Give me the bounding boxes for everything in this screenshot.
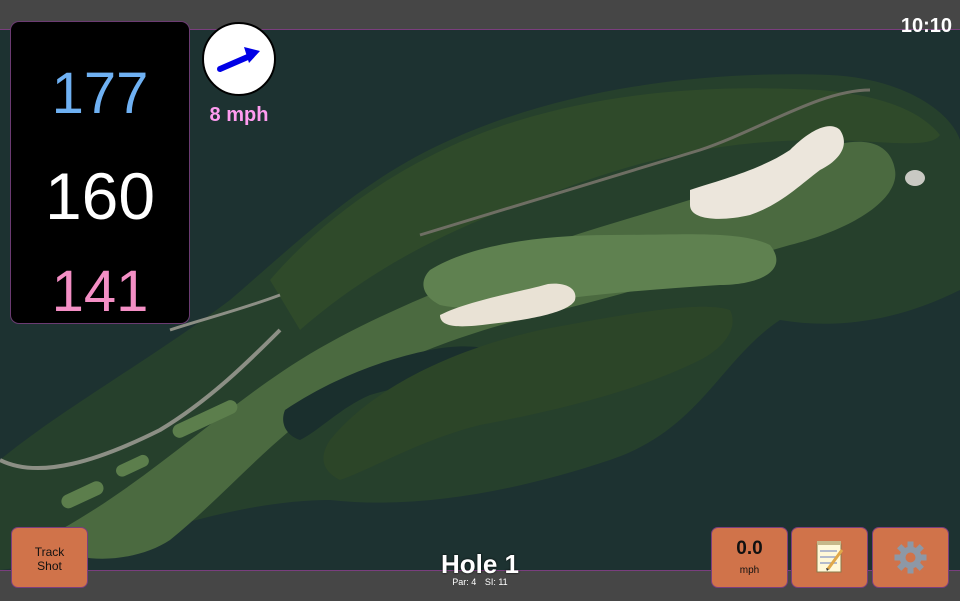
hole-title: Hole 1 [440, 549, 520, 579]
speed-unit: mph [739, 565, 760, 576]
front-distance: 141 [51, 259, 149, 324]
speed-button[interactable]: 0.0 mph [712, 528, 787, 587]
clock: 10:10 [900, 15, 952, 37]
track-shot-label-line1: Track [34, 545, 65, 559]
hole-par: Par: 4 [452, 577, 477, 587]
notes-button[interactable] [792, 528, 867, 587]
speed-value: 0.0 [736, 538, 763, 559]
track-shot-button[interactable]: Track Shot [12, 528, 87, 587]
wind-arrow-icon [217, 47, 260, 72]
notepad-icon [816, 541, 844, 573]
distance-panel: 177 160 141 [11, 22, 189, 324]
track-shot-label-line2: Shot [37, 559, 62, 573]
hole-stroke-index: SI: 11 [484, 577, 508, 587]
settings-button[interactable] [873, 528, 948, 587]
wind-dial [202, 22, 276, 96]
gear-icon [894, 541, 927, 574]
hole-info: Par: 4 SI: 11 [380, 577, 580, 587]
middle-distance: 160 [44, 159, 156, 233]
back-distance: 177 [51, 61, 149, 126]
wind-speed: 8 mph [209, 104, 269, 126]
